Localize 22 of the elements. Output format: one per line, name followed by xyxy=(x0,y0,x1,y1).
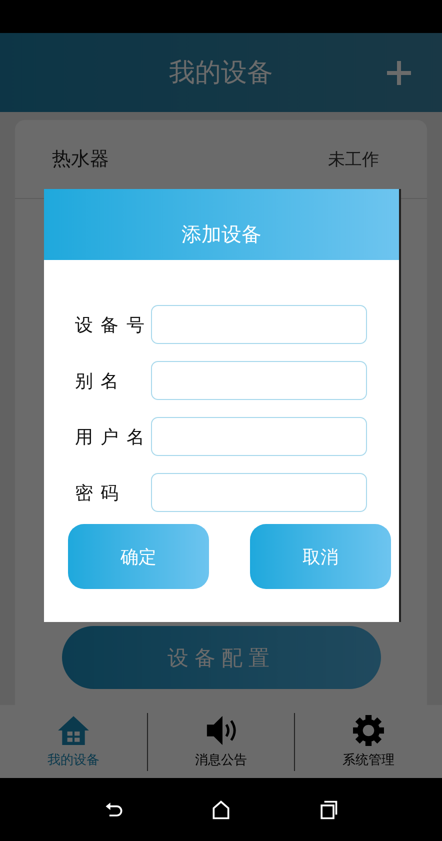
input-field[interactable] xyxy=(151,473,367,512)
tab[interactable]: 我的设备 xyxy=(0,714,147,769)
input-field[interactable] xyxy=(151,361,367,400)
add-icon[interactable] xyxy=(386,60,412,86)
input-field[interactable] xyxy=(151,417,367,456)
device-status: 未工作 xyxy=(328,148,379,170)
cancel-button[interactable]: 取消 xyxy=(250,524,391,589)
tab[interactable]: 消息公告 xyxy=(148,714,294,769)
field-label: 设 备 号 xyxy=(74,314,146,336)
field-label: 别 名 xyxy=(74,370,121,392)
input-field[interactable] xyxy=(151,305,367,344)
confirm-button[interactable]: 确定 xyxy=(68,524,209,589)
field-label: 用 户 名 xyxy=(74,426,146,448)
speaker-icon xyxy=(204,714,238,747)
field-label: 密 码 xyxy=(74,482,121,504)
page-title: 我的设备 xyxy=(169,57,273,90)
device-name: 热水器 xyxy=(52,147,109,172)
house-icon xyxy=(56,714,90,747)
config-button[interactable]: 设备配置 xyxy=(62,626,381,689)
dialog-title: 添加设备 xyxy=(182,221,262,248)
gear-icon xyxy=(352,714,386,747)
tab[interactable]: 系统管理 xyxy=(295,714,442,769)
